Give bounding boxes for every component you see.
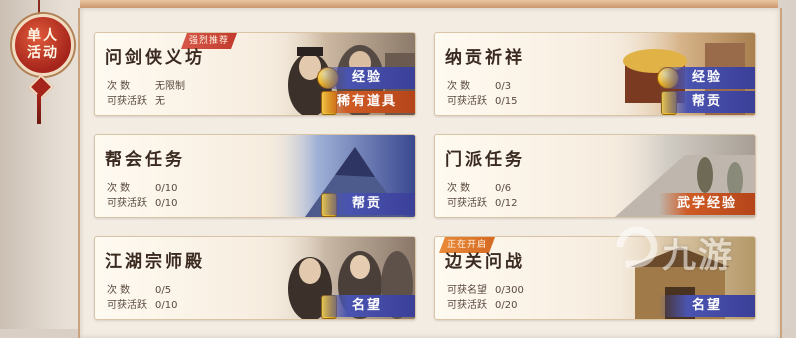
- reward-guild-contribution: 帮贡: [319, 193, 415, 215]
- card-title: 纳贡祈祥: [445, 48, 525, 68]
- card-title: 江湖宗师殿: [105, 252, 205, 272]
- active-row: 可获活跃 0/10: [107, 300, 178, 311]
- activity-card-master-hall[interactable]: 江湖宗师殿 次 数 0/5 可获活跃 0/10 名望: [94, 236, 416, 320]
- times-row: 次 数 0/10: [107, 183, 178, 194]
- tassel-ornament: [37, 94, 41, 124]
- activity-card-guild-task[interactable]: 帮会任务 次 数 0/10 可获活跃 0/10 帮贡: [94, 134, 416, 218]
- times-row: 次 数 0/5: [107, 285, 172, 296]
- watermark-text: 九游: [662, 236, 734, 276]
- reputation-row: 可获名望 0/300: [447, 285, 524, 296]
- reward-rare-item: 稀有道具: [319, 91, 415, 113]
- reward-exp: 经验: [319, 67, 415, 89]
- reward-guild-contribution: 帮贡: [659, 91, 755, 113]
- card-title: 问剑侠义坊: [105, 48, 205, 68]
- jiuyou-logo-icon: [616, 226, 658, 268]
- active-row: 可获活跃 0/20: [447, 300, 518, 311]
- reward-exp: 经验: [659, 67, 755, 89]
- tab-label-line1: 单人: [27, 28, 59, 44]
- reward-reputation: 名望: [659, 295, 755, 317]
- reward-reputation: 名望: [319, 295, 415, 317]
- active-row: 可获活跃 0/15: [447, 96, 518, 107]
- tab-label-line2: 活动: [27, 45, 59, 61]
- active-row: 可获活跃 0/12: [447, 198, 518, 209]
- activity-card-wenjian[interactable]: 强烈推荐 问剑侠义坊 次 数无限制 可获活跃无 经验 稀有道具: [94, 32, 416, 116]
- active-row: 可获活跃无: [107, 96, 165, 107]
- reward-martial-exp: 武学经验: [659, 193, 755, 215]
- times-row: 次 数 0/3: [447, 81, 512, 92]
- card-title: 门派任务: [445, 150, 525, 170]
- active-row: 可获活跃 0/10: [107, 198, 178, 209]
- jiuyou-watermark: 九游: [612, 222, 762, 282]
- single-activity-tab[interactable]: 单人 活动: [12, 14, 74, 76]
- card-title: 边关问战: [445, 252, 525, 272]
- activity-card-sect-task[interactable]: 门派任务 次 数 0/6 可获活跃 0/12 武学经验: [434, 134, 756, 218]
- times-row: 次 数无限制: [107, 81, 185, 92]
- card-title: 帮会任务: [105, 150, 185, 170]
- activity-card-nagong[interactable]: 纳贡祈祥 次 数 0/3 可获活跃 0/15 经验 帮贡: [434, 32, 756, 116]
- times-row: 次 数 0/6: [447, 183, 512, 194]
